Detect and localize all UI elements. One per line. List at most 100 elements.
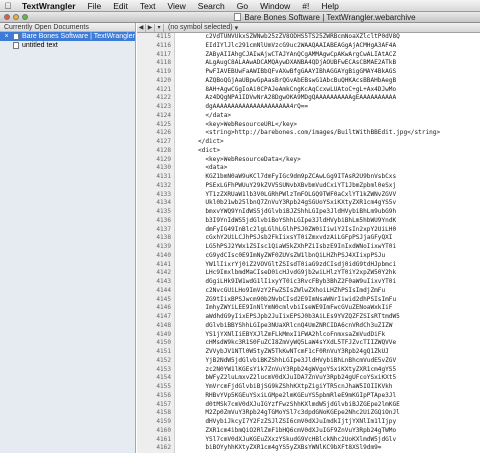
menu-scripts[interactable]: #! [296, 1, 315, 11]
code-line[interactable]: ImhyZWYiLEE9InNlYmN0cmlvbiIseWE9ImFwcGVu… [176, 304, 480, 313]
code-line[interactable]: <key>WebResourceData</key> [176, 156, 480, 165]
code-line[interactable]: dGlvbiBBYShhLGIpe3NUaXRlcnQ4UmZNRCIDA6cn… [176, 322, 480, 331]
menu-file[interactable]: File [82, 1, 108, 11]
sidebar-header: Currently Open Documents [0, 23, 135, 32]
line-number: 4147 [156, 313, 171, 320]
apple-menu-icon[interactable]:  [0, 1, 16, 11]
line-number: 4145 [156, 295, 171, 303]
code-line[interactable]: LHc9ImxlbmdMaCIseD0icHJvdG9jb2wiLHlzYT0i… [176, 269, 480, 278]
code-line[interactable]: cGxhY2UiLCJhPSJsb2FkIixsYT0iZmxvdzAiLGFp… [176, 234, 480, 243]
code-line[interactable]: dHVybiJkcyI7Y2FzZSJlZSI6cmV0dXJuImdkIjtj… [176, 418, 480, 427]
code-line[interactable]: ZVVybJV1NTl0W5tyZW5TkKwNTcmF1cF0RnVuY3Rp… [176, 348, 480, 357]
document-item-untitled[interactable]: untitled text [0, 41, 135, 50]
code-line[interactable]: Ukl0b21wb25lbnQ7ZnVuY3Rpb24gSGUoYSxiKXty… [176, 199, 480, 208]
back-arrow-icon[interactable]: ◀ [137, 23, 146, 32]
menu-view[interactable]: View [162, 1, 192, 11]
menu-edit[interactable]: Edit [107, 1, 134, 11]
menu-help[interactable]: Help [315, 1, 344, 11]
code-line[interactable]: YmVrcmFjdGlvbiBjSG9kZShhKXtpZigiYTR5cnJh… [176, 383, 480, 392]
close-document-icon[interactable] [3, 42, 10, 49]
code-line[interactable]: dgAAAAAAAAAAAAAAAAAAAAA4rQ== [176, 103, 480, 112]
code-line[interactable]: <string>http://barebones.com/images/Buil… [176, 129, 480, 138]
close-window-button[interactable] [4, 14, 10, 20]
line-number: 4116 [156, 41, 171, 49]
code-line[interactable]: YW1lIixrYj0iZ2VOVGltZSIsdT0iaG9zdCIsdj0i… [176, 261, 480, 270]
line-number: 4137 [156, 225, 171, 233]
line-number: 4156 [156, 391, 171, 399]
line-number: 4158 [156, 409, 171, 417]
code-line[interactable]: cG9ydCIsc0E9ImNyZWF0ZUVsZW1lbnQiLHZhPSJ4… [176, 252, 480, 261]
code-line[interactable]: RHBvYVp5KGEuYSxiLGMpe2lmKGEuYS5pbmRleE9m… [176, 392, 480, 401]
code-line[interactable]: LG5hPSJ2YWx1ZSIsc1QiaW5kZXhPZiIsbzE9InIx… [176, 243, 480, 252]
window-title: Bare Bones Software | TextWrangler.webar… [244, 12, 416, 22]
code-line[interactable]: YS1jYXNlIiEBYXJlZmFLkMmxI1FWA2hlcoFnmxsa… [176, 331, 480, 340]
forward-arrow-icon[interactable]: ▶ [146, 23, 155, 32]
code-line[interactable]: YjB2NdW5jdGlvbiBKZShhLGIpe3JldHVybiBhLnB… [176, 357, 480, 366]
code-line[interactable]: ALgAugC8ALAAwADCAMQAywDXANBA4QDjAOUBFwEC… [176, 59, 480, 68]
code-line[interactable]: KGZ1bmN0aW9uKCl7dmFyIGc9dm9pZCAwLGg9ITAs… [176, 173, 480, 182]
code-line[interactable]: b3I9YnIdWS5jdGlvbiBoYShhLGIpe3JldHVybiBh… [176, 217, 480, 226]
line-number: 4118 [156, 59, 171, 67]
window-title-bar[interactable]: Bare Bones Software | TextWrangler.webar… [0, 12, 480, 23]
window-title-group: Bare Bones Software | TextWrangler.webar… [170, 13, 480, 22]
close-document-icon[interactable]: × [3, 33, 10, 40]
menu-bar:  TextWrangler File Edit Text View Searc… [0, 0, 480, 12]
code-line[interactable]: dGgiLHk9IW1wdG1lIixyYT0ic3RvcFByb3BhZ2F0… [176, 278, 480, 287]
code-line[interactable]: YSl7cmV0dXJuKGEuZXxzYSkudG9VcHBlckNhc2Uo… [176, 436, 480, 445]
code-line[interactable]: PwFIAVEBUwFaAWIBbQFvAXwBfgGAAYIBhAGGAYgB… [176, 68, 480, 77]
line-number: 4117 [156, 50, 171, 58]
document-icon [13, 33, 19, 40]
document-menu-icon[interactable]: ▾ [155, 23, 164, 32]
code-line[interactable]: M2Zp0ZmVuY3Rpb24gTGMoYSl7c3dpdGNoKGEpe2N… [176, 409, 480, 418]
code-line[interactable]: ZXR1cm4ibmQiO2RlZmF1bHQ6cmV0dXJuIGF9ZnVu… [176, 427, 480, 436]
code-line[interactable]: bWFyZ2luLmxvZ2lucmV0dXJuIDA7ZnVuY3Rpb24g… [176, 374, 480, 383]
line-number: 4115 [156, 33, 171, 40]
symbol-popup[interactable]: (no symbol selected) ▾ [164, 24, 238, 32]
code-line[interactable]: <data> [176, 164, 480, 173]
line-number: 4154 [156, 374, 171, 382]
minimize-window-button[interactable] [13, 14, 19, 20]
line-number: 4121 [156, 85, 171, 93]
code-line[interactable]: EIdIYlJlc291cmNlUmVzcG9uc2WAAQAAIABEAGgA… [176, 42, 480, 51]
code-line[interactable]: Az4DQgNPA1IDVwNrA28DgwOKA9MDgQAAAAAAAAAA… [176, 94, 480, 103]
line-number: 4119 [156, 68, 171, 75]
code-line[interactable]: c2VdTUNVUkxSZWNwb25zZV8ODHS5TS25ZWRBcmNo… [176, 33, 480, 42]
zoom-window-button[interactable] [22, 14, 28, 20]
code-line[interactable]: </data> [176, 112, 480, 121]
line-number: 4161 [156, 435, 171, 443]
code-line[interactable]: ZAByAIIAhgCJAIwAjwCTAJYAnQCgAMMAgwCpAKwA… [176, 51, 480, 60]
code-line[interactable]: PSExLGFhPWUuY29kZVV5SUNvbXBvbmVudCxiYT1J… [176, 182, 480, 191]
code-line[interactable]: zc2N0YW1lKGEsYik7ZnVuY3Rpb24gWVgoYSxiKXt… [176, 366, 480, 375]
code-line[interactable]: AZQBoQGjAaUBpwGpAasBrQGvAbEBswG1AbcBuQHK… [176, 77, 480, 86]
document-proxy-icon[interactable] [234, 13, 242, 21]
line-number: 4142 [156, 269, 171, 277]
code-line[interactable]: c2NvcGUiLHo9ImVzY2FwZSIsZWlwZXhoiLHZhPSI… [176, 287, 480, 296]
code-line[interactable]: aWdhdG9yIixEPSJpb2JuIixEPSJ0b3AiLEs9YVZQ… [176, 313, 480, 322]
line-number: 4130 [156, 164, 171, 172]
line-number: 4157 [156, 400, 171, 408]
code-line[interactable]: </dict> [176, 138, 480, 147]
code-line[interactable]: biBOYyhhKXtyZXR1cm4gYS5yZXBsYWNlKC9bXFt8… [176, 444, 480, 453]
line-number: 4135 [156, 208, 171, 215]
code-line[interactable]: 8AH+AgwCGgIoAi0CPAJeAmkCngKcAqCcxwLUAtoC… [176, 86, 480, 95]
code-line[interactable]: <key>WebResourceURL</key> [176, 121, 480, 130]
code-line[interactable]: bmxvYWQ9YnIdWS5jdGlvbiBJZShhLGIpe3JldHVy… [176, 208, 480, 217]
menu-go[interactable]: Go [231, 1, 254, 11]
menu-textwrangler[interactable]: TextWrangler [16, 1, 82, 11]
document-name: untitled text [22, 42, 58, 49]
menu-window[interactable]: Window [254, 1, 296, 11]
code-line[interactable]: YT1zZXRUaW1lb3V0LGRhPWlzTmFOLGQ9TWF0aCxl… [176, 191, 480, 200]
code-line[interactable]: dmFyIG49InBlc2lgLGlhLGlhPSJ0ZW0iIiwiY2Is… [176, 226, 480, 235]
menu-text[interactable]: Text [134, 1, 162, 11]
code-line[interactable]: <dict> [176, 147, 480, 156]
line-number: 4151 [156, 348, 171, 355]
window-controls [0, 14, 40, 20]
text-editor[interactable]: c2VdTUNVUkxSZWNwb25zZV8ODHS5TS25ZWRBcmNo… [176, 33, 480, 453]
code-line[interactable]: d0tMSk7cmV0dXJuIGYzfFwzShhKXlmdW5jdGlvbi… [176, 401, 480, 410]
code-line[interactable]: ZG9tIixBPSJwcm90b2NvbCIsd2E9ImNsaWNrIiwi… [176, 296, 480, 305]
menu-search[interactable]: Search [192, 1, 231, 11]
line-number: 4139 [156, 243, 171, 250]
document-item-webarchive[interactable]: × Bare Bones Software | TextWrangler.web… [0, 32, 135, 41]
open-documents-sidebar: Currently Open Documents × Bare Bones So… [0, 23, 136, 453]
code-line[interactable]: cHMsdW9kc3R1S0FuZCI8ZmVyWQ5LaW4sYXdL5TFJ… [176, 339, 480, 348]
